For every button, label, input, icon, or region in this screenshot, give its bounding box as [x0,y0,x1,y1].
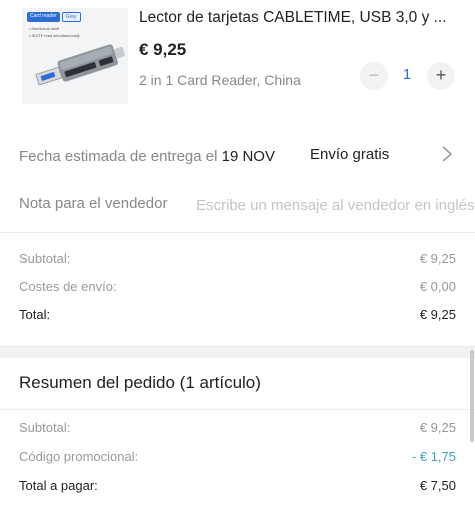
promo-code-value: - € 1,75 [411,449,456,464]
order-summary-title: Resumen del pedido (1 artículo) [19,373,261,392]
total-value: € 9,25 [419,307,456,322]
promo-code-label: Código promocional: [19,449,139,464]
card-reader-icon [35,44,126,86]
delivery-estimate: Fecha estimada de entrega el 19 NOV [19,148,275,165]
total-to-pay-value: € 7,50 [419,478,456,493]
chevron-right-icon[interactable] [440,144,454,170]
product-image[interactable]: Card reader Grey • Aluminium shell • SD/… [22,8,128,104]
subtotal-row: Subtotal: € 9,25 [0,248,475,270]
product-title[interactable]: Lector de tarjetas CABLETIME, USB 3,0 y … [139,9,459,27]
summary-subtotal-label: Subtotal: [19,420,71,435]
total-label: Total: [19,307,51,322]
promo-code-row: Código promocional: - € 1,75 [0,446,475,468]
decrease-quantity-button[interactable]: − [360,62,388,90]
seller-note-label: Nota para el vendedor [19,195,168,212]
increase-quantity-button[interactable]: + [427,62,455,90]
total-to-pay-row: Total a pagar: € 7,50 [0,475,475,497]
quantity-value: 1 [402,66,412,83]
delivery-label: Fecha estimada de entrega el [19,148,222,165]
shipping-cost-row: Costes de envío: € 0,00 [0,276,475,298]
seller-note-input[interactable] [196,194,475,216]
shipping-cost-value: € 0,00 [419,279,456,294]
shipping-method: Envío gratis [310,146,390,163]
divider [0,409,475,410]
section-separator [0,346,475,358]
total-row: Total: € 9,25 [0,304,475,326]
scrollbar[interactable] [470,350,474,442]
summary-subtotal-row: Subtotal: € 9,25 [0,417,475,439]
subtotal-label: Subtotal: [19,251,71,266]
product-item: Card reader Grey • Aluminium shell • SD/… [0,0,475,120]
product-price: € 9,25 [139,40,187,59]
delivery-row[interactable]: Fecha estimada de entrega el 19 NOV Enví… [0,138,475,174]
divider [0,232,475,233]
total-to-pay-label: Total a pagar: [19,478,98,493]
subtotal-value: € 9,25 [419,251,456,266]
summary-subtotal-value: € 9,25 [419,420,456,435]
seller-note-row: Nota para el vendedor [0,190,475,220]
delivery-date: 19 NOV [221,148,275,165]
product-variant[interactable]: 2 in 1 Card Reader, China [139,72,301,88]
shipping-cost-label: Costes de envío: [19,279,117,294]
